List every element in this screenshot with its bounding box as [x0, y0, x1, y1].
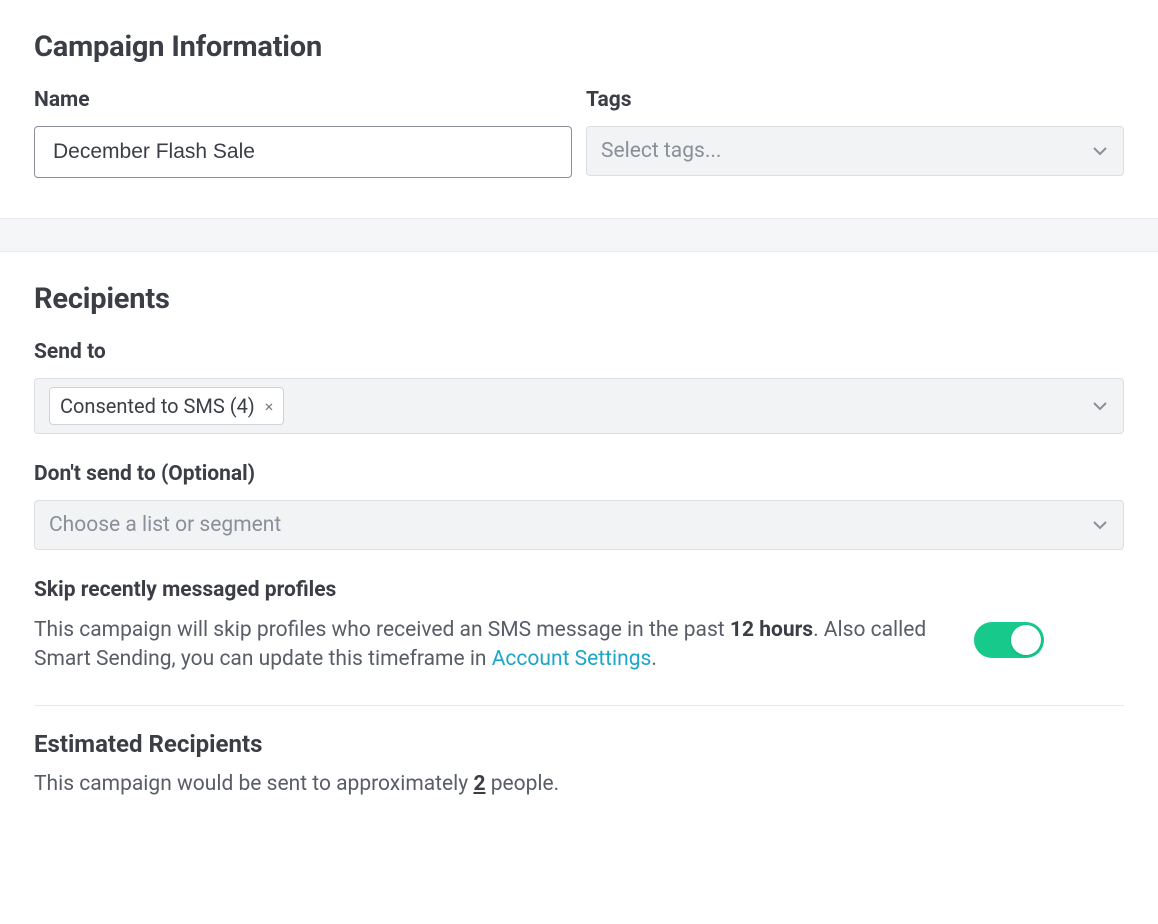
skip-text-post: . [651, 647, 657, 671]
recipients-heading: Recipients [34, 282, 1124, 316]
skip-profiles-row: This campaign will skip profiles who rec… [34, 616, 1124, 675]
estimated-post: people. [486, 772, 560, 796]
divider [34, 705, 1124, 706]
name-label: Name [34, 88, 572, 112]
tags-select[interactable]: Select tags... [586, 126, 1124, 176]
send-to-label: Send to [34, 340, 1124, 364]
skip-hours-value: 12 hours [730, 618, 813, 642]
dont-send-to-label-text: Don't send to [34, 462, 156, 486]
dont-send-to-select[interactable]: Choose a list or segment [34, 500, 1124, 550]
send-to-select[interactable]: Consented to SMS (4) × [34, 378, 1124, 434]
chevron-down-icon [1093, 401, 1107, 411]
skip-text-pre: This campaign will skip profiles who rec… [34, 618, 730, 642]
account-settings-link[interactable]: Account Settings [492, 647, 652, 671]
skip-profiles-toggle[interactable] [974, 622, 1044, 658]
chevron-down-icon [1093, 146, 1107, 156]
tags-field-col: Tags Select tags... [586, 88, 1124, 178]
estimated-pre: This campaign would be sent to approxima… [34, 772, 473, 796]
send-to-chip: Consented to SMS (4) × [49, 387, 284, 425]
dont-send-to-optional: (Optional) [161, 462, 255, 486]
campaign-name-input[interactable] [34, 126, 572, 178]
toggle-knob [1011, 625, 1041, 655]
dont-send-to-label: Don't send to (Optional) [34, 462, 1124, 486]
chevron-down-icon [1093, 520, 1107, 530]
skip-profiles-heading: Skip recently messaged profiles [34, 578, 1124, 602]
chip-remove-icon[interactable]: × [265, 397, 274, 416]
skip-profiles-description: This campaign will skip profiles who rec… [34, 616, 934, 675]
tags-label: Tags [586, 88, 1124, 112]
tags-placeholder: Select tags... [601, 139, 721, 163]
campaign-info-section: Campaign Information Name Tags Select ta… [0, 0, 1158, 218]
recipients-section: Recipients Send to Consented to SMS (4) … [0, 252, 1158, 836]
estimated-recipients-heading: Estimated Recipients [34, 730, 1124, 758]
section-separator [0, 218, 1158, 252]
estimated-count: 2 [473, 772, 485, 796]
dont-send-to-placeholder: Choose a list or segment [49, 513, 281, 537]
campaign-info-heading: Campaign Information [34, 30, 1124, 64]
estimated-recipients-text: This campaign would be sent to approxima… [34, 772, 1124, 796]
send-to-chip-label: Consented to SMS (4) [60, 394, 255, 418]
name-field-col: Name [34, 88, 572, 178]
